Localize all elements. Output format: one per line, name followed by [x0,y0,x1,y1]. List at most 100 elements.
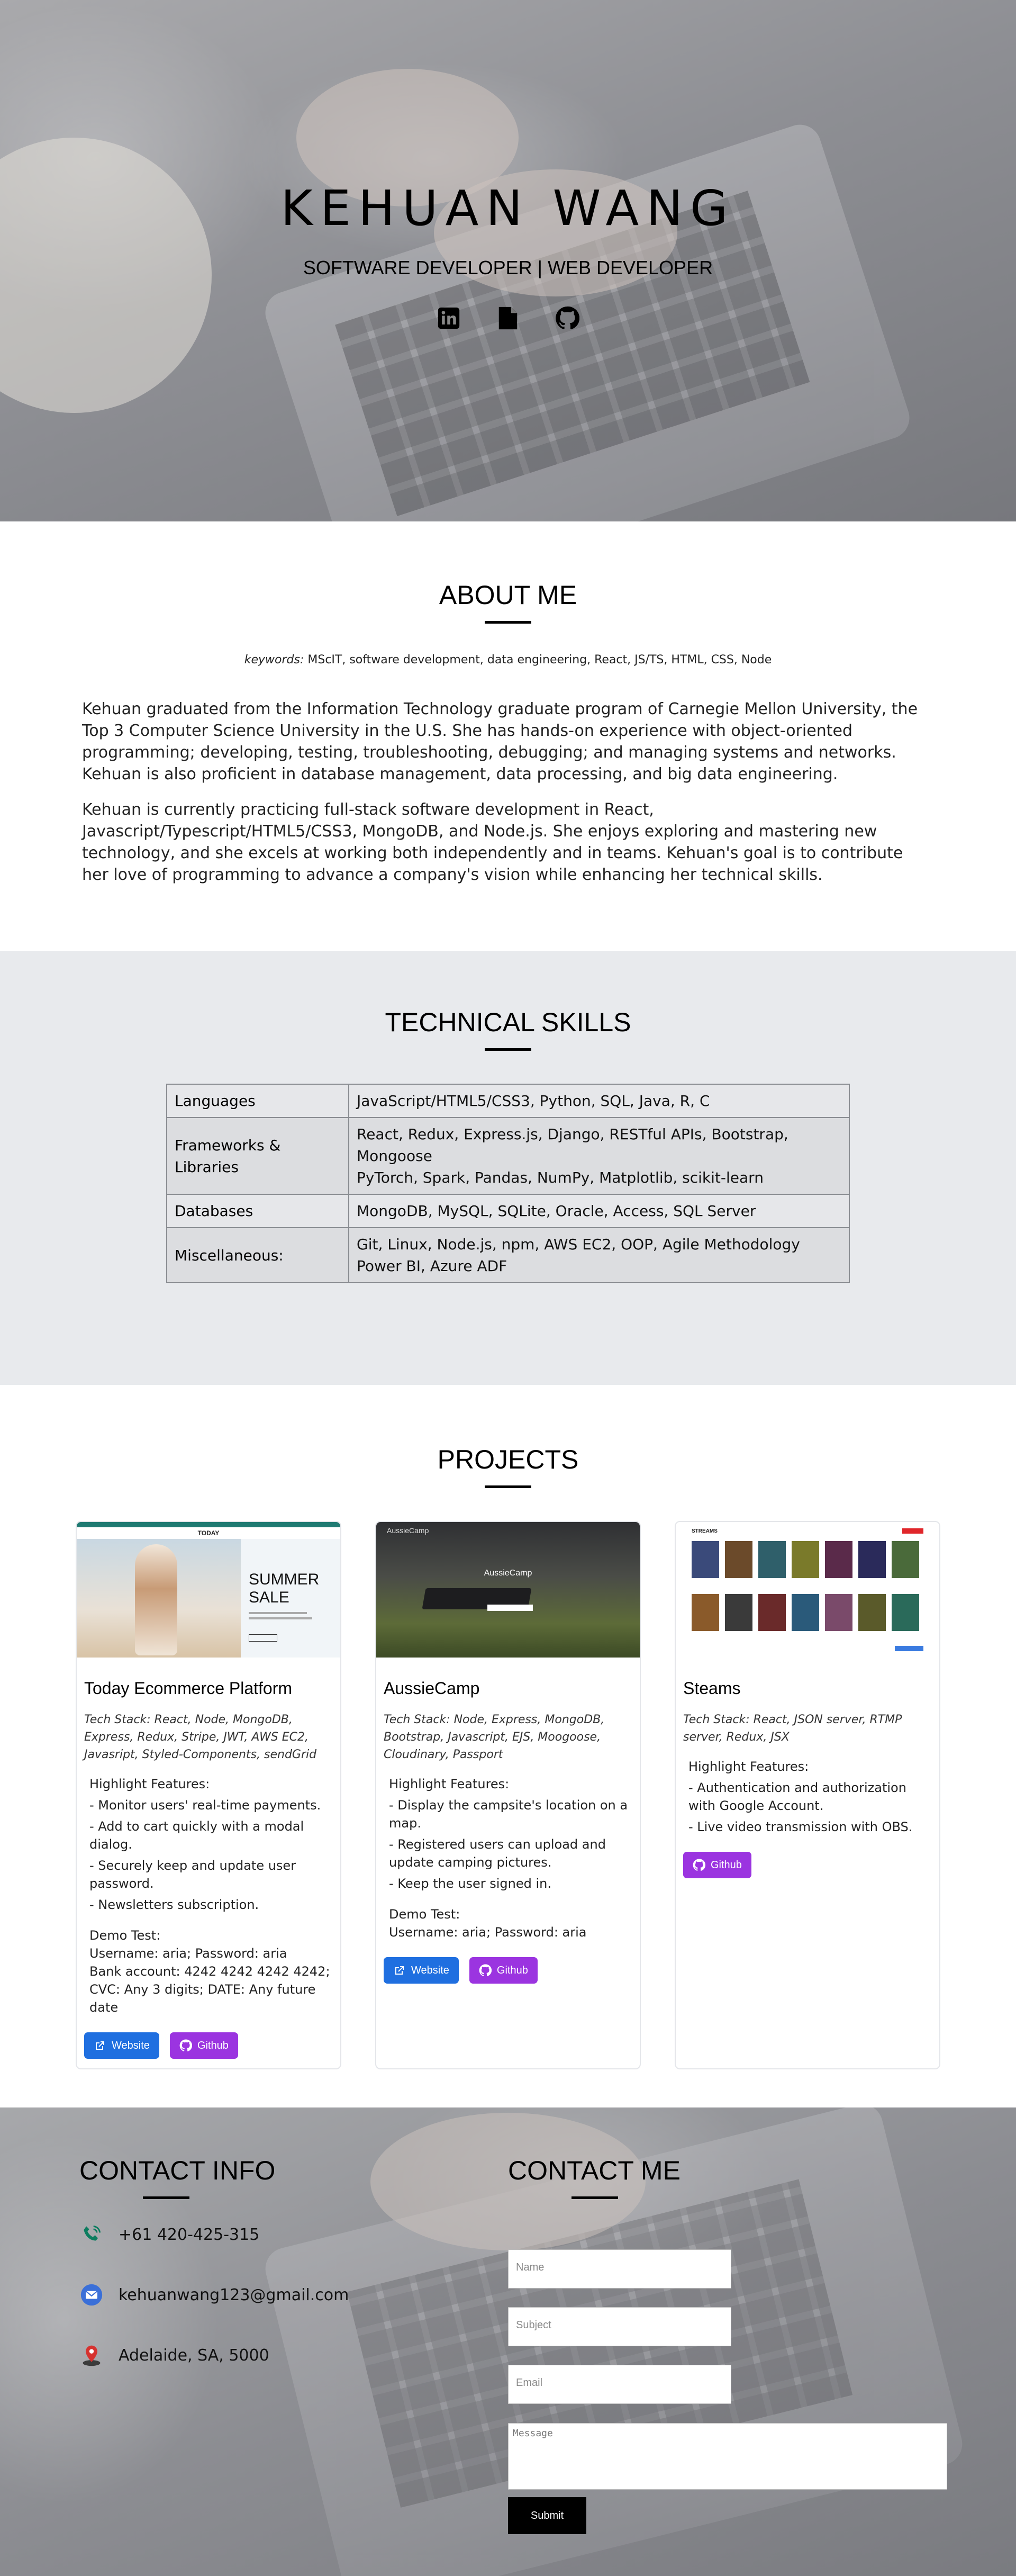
thumb-brand: STREAMS [692,1528,718,1534]
project-screenshot: TODAY SUMMER SALE [77,1522,340,1658]
contact-info: CONTACT INFO +61 420-425-315 kehuanwang1… [79,2155,349,2367]
github-button[interactable]: Github [469,1957,538,1984]
stream-thumbnail [858,1594,886,1631]
location-text: Adelaide, SA, 5000 [119,2346,269,2365]
github-icon[interactable] [555,305,580,331]
github-icon [179,2039,192,2052]
stream-thumbnail [692,1594,719,1631]
hero-subtitle: SOFTWARE DEVELOPER | WEB DEVELOPER [303,257,713,278]
title-underline [485,621,531,624]
contact-email: kehuanwang123@gmail.com [79,2283,349,2307]
stream-thumbnail [792,1541,819,1578]
stream-thumbnail [825,1541,852,1578]
name-input[interactable]: Name [508,2249,731,2289]
about-section: ABOUT ME keywords: MScIT, software devel… [0,521,1016,951]
stream-thumbnail [892,1541,919,1578]
stream-thumbnail [858,1541,886,1578]
email-icon [79,2283,104,2307]
skill-values: MongoDB, MySQL, SQLite, Oracle, Access, … [348,1194,850,1228]
project-screenshot: STREAMS [676,1522,939,1658]
github-button[interactable]: Github [169,2032,238,2059]
contact-phone: +61 420-425-315 [79,2222,349,2247]
skill-category: Miscellaneous: [166,1227,349,1283]
stream-thumbnail [758,1594,786,1631]
thumb-brand: TODAY [77,1527,340,1539]
thumb-headline: SUMMER SALE [249,1571,320,1606]
demo-info: Demo Test: Username: aria; Password: ari… [389,1907,587,1940]
project-title: Today Ecommerce Platform [84,1679,293,1698]
stream-thumbnail [725,1594,752,1631]
about-paragraph-1: Kehuan graduated from the Information Te… [82,700,918,783]
demo-info: Demo Test: Username: aria; Password: ari… [89,1928,330,2015]
phone-icon [79,2222,104,2247]
project-title: AussieCamp [384,1679,480,1698]
keywords-line: keywords: MScIT, software development, d… [0,653,1016,666]
about-paragraph-2: Kehuan is currently practicing full-stac… [82,800,903,884]
project-card-today: TODAY SUMMER SALE Today Ecommerce Platfo… [76,1521,341,2069]
contact-me-title: CONTACT ME [508,2156,681,2185]
title-underline [485,1485,531,1488]
skills-title: TECHNICAL SKILLS [385,1007,631,1037]
table-row: Frameworks & Libraries React, Redux, Exp… [166,1117,850,1195]
projects-title: PROJECTS [437,1445,579,1474]
external-link-icon [96,2041,104,2050]
keywords-label: keywords: [244,653,304,666]
skill-category: Languages [166,1084,349,1118]
contact-section: CONTACT INFO +61 420-425-315 kehuanwang1… [0,2107,1016,2576]
thumb-brand: AussieCamp [387,1526,429,1535]
website-button[interactable]: Website [84,2032,159,2059]
stream-thumbnail [758,1541,786,1578]
stream-thumbnail [725,1541,752,1578]
skill-values: Git, Linux, Node.js, npm, AWS EC2, OOP, … [348,1227,850,1283]
message-textarea[interactable]: Message [508,2423,947,2490]
highlights: Highlight Features: - Display the campsi… [389,1777,628,1891]
skill-values: React, Redux, Express.js, Django, RESTfu… [348,1117,850,1195]
table-row: Languages JavaScript/HTML5/CSS3, Python,… [166,1084,850,1118]
stream-thumbnail [792,1594,819,1631]
website-button[interactable]: Website [384,1957,459,1984]
email-text[interactable]: kehuanwang123@gmail.com [119,2286,349,2304]
skill-category: Databases [166,1194,349,1228]
about-title: ABOUT ME [439,580,577,610]
tech-stack: Tech Stack: React, JSON server, RTMP ser… [683,1713,902,1744]
highlights: Highlight Features: - Authentication and… [688,1759,913,1834]
github-icon [479,1964,492,1977]
skill-category: Frameworks & Libraries [166,1117,349,1195]
highlights: Highlight Features: - Monitor users' rea… [89,1777,321,1912]
contact-me: CONTACT ME [508,2155,681,2199]
title-underline [485,1048,531,1051]
location-pin-icon [79,2343,104,2367]
projects-section: PROJECTS TODAY SUMMER SALE Today Ecommer… [0,1385,1016,2107]
hero-section: KEHUAN WANG SOFTWARE DEVELOPER | WEB DEV… [0,0,1016,521]
skills-table: Languages JavaScript/HTML5/CSS3, Python,… [166,1084,850,1283]
contact-location: Adelaide, SA, 5000 [79,2343,349,2367]
tech-stack: Tech Stack: Node, Express, MongoDB, Boot… [384,1713,605,1761]
tech-stack: Tech Stack: React, Node, MongoDB, Expres… [84,1713,317,1761]
subject-input[interactable]: Subject [508,2307,731,2346]
table-row: Databases MongoDB, MySQL, SQLite, Oracle… [166,1194,850,1228]
stream-thumbnail [892,1594,919,1631]
title-underline [143,2196,189,2199]
project-card-steams: STREAMS Steams Tech Stack: React, JSON s… [675,1521,940,2069]
skill-values: JavaScript/HTML5/CSS3, Python, SQL, Java… [348,1084,850,1118]
thumb-headline: AussieCamp [484,1569,532,1578]
project-screenshot: AussieCamp AussieCamp [376,1522,640,1658]
table-row: Miscellaneous: Git, Linux, Node.js, npm,… [166,1227,850,1283]
email-input[interactable]: Email [508,2365,731,2404]
github-button[interactable]: Github [683,1852,751,1878]
external-link-icon [395,1966,404,1975]
keywords-text: MScIT, software development, data engine… [307,653,772,666]
social-links [0,305,1016,331]
linkedin-icon[interactable] [436,305,461,331]
resume-document-icon[interactable] [495,305,521,331]
project-title: Steams [683,1679,741,1698]
title-underline [572,2196,618,2199]
submit-button[interactable]: Submit [508,2497,586,2534]
skills-section: TECHNICAL SKILLS Languages JavaScript/HT… [0,951,1016,1385]
phone-text[interactable]: +61 420-425-315 [119,2226,259,2244]
stream-thumbnail [692,1541,719,1578]
hero-name: KEHUAN WANG [280,180,736,237]
stream-thumbnail [825,1594,852,1631]
project-card-aussiecamp: AussieCamp AussieCamp AussieCamp Tech St… [375,1521,641,2069]
github-icon [693,1859,705,1871]
